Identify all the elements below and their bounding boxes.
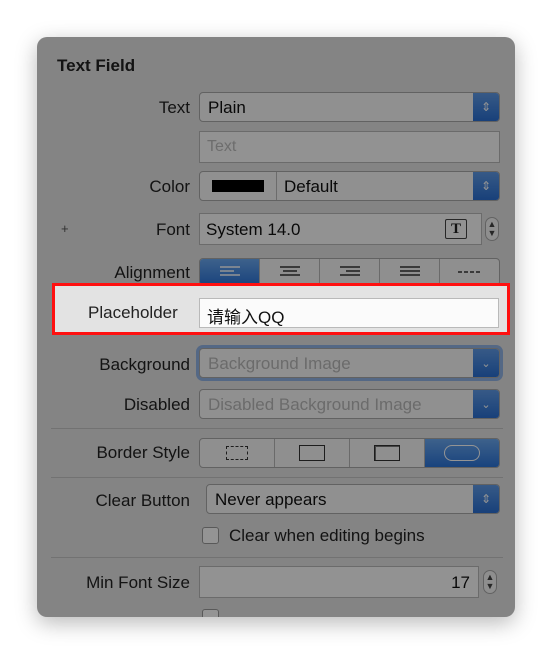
align-natural-icon	[457, 271, 482, 273]
text-input[interactable]: Text	[199, 131, 500, 163]
min-font-size-field[interactable]: 17	[199, 566, 479, 598]
align-right-button[interactable]	[320, 259, 380, 285]
align-left-icon	[219, 266, 240, 276]
text-input-placeholder: Text	[207, 138, 237, 155]
align-center-icon	[279, 266, 300, 276]
color-value: Default	[284, 177, 338, 196]
border-rounded-button[interactable]	[425, 439, 499, 467]
border-bezel-button[interactable]	[350, 439, 425, 467]
color-divider	[276, 172, 277, 200]
divider	[51, 428, 503, 429]
alignment-label: Alignment	[114, 263, 190, 282]
align-natural-button[interactable]	[440, 259, 499, 285]
popup-arrows-icon: ⇕	[473, 93, 499, 121]
text-type-popup[interactable]: Plain ⇕	[199, 92, 500, 122]
popup-arrows-icon: ⇕	[473, 485, 499, 513]
adjust-to-fit-checkbox[interactable]	[202, 609, 219, 617]
disabled-placeholder: Disabled Background Image	[208, 395, 422, 414]
chevron-down-icon: ⌄	[473, 390, 499, 418]
text-label: Text	[158, 98, 190, 117]
font-size-stepper[interactable]: ▲ ▼	[485, 217, 499, 241]
font-value: System 14.0	[206, 220, 301, 239]
font-picker-icon[interactable]: T	[445, 219, 467, 239]
placeholder-value: 请输入QQ	[207, 308, 285, 327]
align-justified-icon	[399, 266, 420, 276]
section-title: Text Field	[57, 56, 136, 75]
divider	[51, 557, 503, 558]
clear-button-popup[interactable]: Never appears ⇕	[206, 484, 500, 514]
background-label: Background	[99, 355, 190, 374]
border-none-icon	[226, 446, 248, 460]
clear-button-label: Clear Button	[95, 491, 191, 510]
clear-when-editing-checkbox[interactable]	[202, 527, 219, 544]
border-line-button[interactable]	[275, 439, 350, 467]
border-none-button[interactable]	[200, 439, 275, 467]
disabled-label: Disabled	[123, 395, 190, 414]
background-placeholder: Background Image	[208, 354, 351, 373]
min-font-size-stepper[interactable]: ▲ ▼	[483, 570, 497, 594]
popup-arrows-icon: ⇕	[473, 172, 499, 200]
border-line-icon	[299, 445, 325, 461]
align-right-icon	[339, 266, 360, 276]
border-bezel-icon	[374, 445, 400, 461]
color-swatch	[212, 180, 264, 192]
align-left-button[interactable]	[200, 259, 260, 285]
font-label: Font	[155, 220, 190, 239]
border-style-segmented-control[interactable]	[199, 438, 500, 468]
min-font-size-value: 17	[451, 573, 470, 592]
color-popup[interactable]: Default ⇕	[199, 171, 500, 201]
clear-when-editing-label: Clear when editing begins	[229, 526, 425, 545]
disabled-image-combo[interactable]: Disabled Background Image ⌄	[199, 389, 500, 419]
border-rounded-icon	[444, 445, 480, 461]
background-image-combo[interactable]: Background Image ⌄	[199, 348, 500, 378]
font-field[interactable]: System 14.0 T	[199, 213, 482, 245]
min-font-size-label: Min Font Size	[86, 573, 190, 592]
text-type-value: Plain	[208, 98, 246, 117]
clear-button-value: Never appears	[215, 490, 327, 509]
placeholder-input[interactable]: 请输入QQ	[199, 298, 499, 328]
placeholder-label: Placeholder	[88, 303, 178, 322]
color-label: Color	[149, 177, 190, 196]
align-justified-button[interactable]	[380, 259, 440, 285]
border-style-label: Border Style	[96, 443, 190, 462]
alignment-segmented-control[interactable]	[199, 258, 500, 286]
plus-icon[interactable]: +	[61, 221, 69, 236]
chevron-down-icon: ⌄	[473, 349, 499, 377]
divider	[51, 477, 503, 478]
align-center-button[interactable]	[260, 259, 320, 285]
